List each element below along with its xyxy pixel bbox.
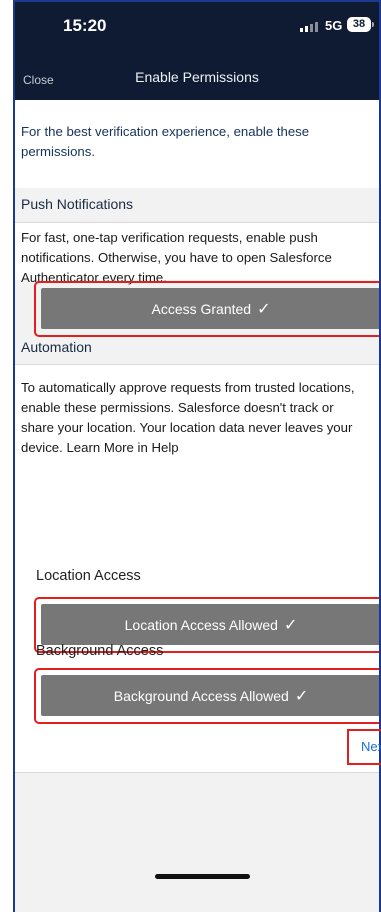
push-section-label: Push Notifications <box>21 196 134 212</box>
status-bar: 15:20 5G 38 <box>15 2 379 48</box>
push-description: For fast, one-tap verification requests,… <box>21 230 332 285</box>
location-access-button[interactable]: Location Access Allowed ✓ <box>41 604 379 645</box>
checkmark-icon: ✓ <box>294 687 309 705</box>
app-frame: 15:20 5G 38 Close Enable Permissions For… <box>13 0 381 912</box>
background-access-label: Background Access <box>36 643 164 659</box>
automation-description: To automatically approve requests from t… <box>21 380 355 455</box>
battery-tip <box>372 22 374 27</box>
divider <box>15 772 379 773</box>
push-section-header: Push Notifications <box>15 188 379 224</box>
battery-icon: 38 <box>347 17 371 32</box>
checkmark-icon: ✓ <box>283 616 298 634</box>
location-access-button-label: Location Access Allowed <box>124 616 278 633</box>
next-highlight: Next <box>347 729 381 765</box>
checkmark-icon: ✓ <box>257 300 271 318</box>
access-granted-highlight: Access Granted ✓ <box>34 281 379 337</box>
navigation-bar: Close Enable Permissions <box>15 48 379 100</box>
cellular-signal-icon <box>300 22 318 32</box>
background-access-button-label: Background Access Allowed <box>113 687 289 704</box>
home-indicator <box>155 874 250 879</box>
network-type: 5G <box>325 18 343 33</box>
next-button[interactable]: Next <box>361 739 381 754</box>
access-granted-button[interactable]: Access Granted ✓ <box>41 288 379 329</box>
background-access-button[interactable]: Background Access Allowed ✓ <box>41 675 379 716</box>
page-title: Enable Permissions <box>135 69 259 85</box>
intro-text: For the best verification experience, en… <box>21 124 310 159</box>
automation-section-header: Automation <box>15 337 379 364</box>
location-access-label: Location Access <box>36 568 141 584</box>
background-access-highlight: Background Access Allowed ✓ <box>34 668 379 724</box>
automation-section-label: Automation <box>21 339 92 355</box>
status-time: 15:20 <box>63 16 107 35</box>
intro-panel: For the best verification experience, en… <box>15 100 379 188</box>
access-granted-label: Access Granted <box>151 300 252 317</box>
